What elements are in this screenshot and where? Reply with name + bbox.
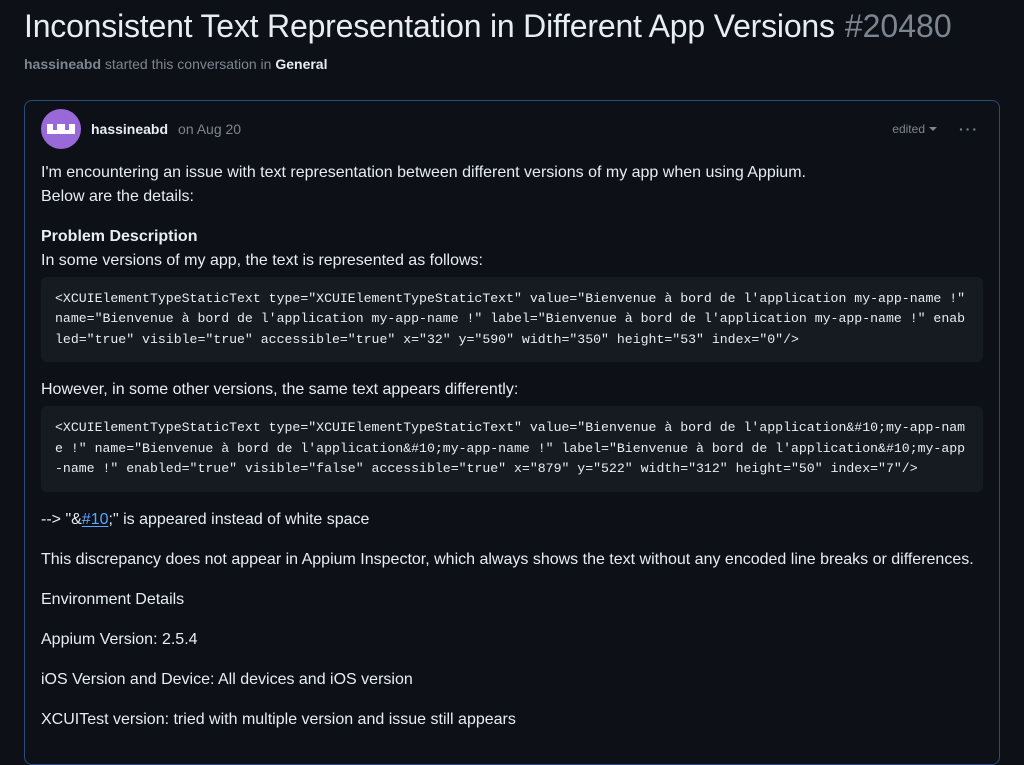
subheader-author[interactable]: hassineabd	[24, 56, 101, 72]
comment-body: I'm encountering an issue with text repr…	[25, 153, 999, 764]
comment-header: hassineabd on Aug 20 edited ···	[25, 101, 999, 153]
comment-author[interactable]: hassineabd	[91, 121, 168, 137]
env-ios: iOS Version and Device: All devices and …	[41, 668, 983, 692]
edited-dropdown[interactable]: edited	[892, 122, 937, 136]
chevron-down-icon	[929, 127, 937, 131]
discussion-title-row: Inconsistent Text Representation in Diff…	[24, 0, 1000, 46]
discussion-subheader: hassineabd started this conversation in …	[24, 56, 1000, 72]
intro-line-1: I'm encountering an issue with text repr…	[41, 161, 983, 185]
however-line: However, in some other versions, the sam…	[41, 378, 983, 402]
comment-date[interactable]: on Aug 20	[178, 121, 241, 137]
arrow-suffix: ;" is appeared instead of white space	[109, 511, 370, 528]
arrow-line: --> "&#10;" is appeared instead of white…	[41, 508, 983, 532]
problem-heading: Problem Description	[41, 228, 197, 245]
discussion-title: Inconsistent Text Representation in Diff…	[24, 6, 835, 46]
subheader-mid: started this conversation in	[101, 56, 275, 72]
arrow-prefix: --> "&	[41, 511, 82, 528]
issue-link-10[interactable]: #10	[82, 511, 109, 528]
kebab-menu-icon[interactable]: ···	[955, 119, 983, 139]
env-heading: Environment Details	[41, 588, 983, 612]
subheader-category[interactable]: General	[275, 56, 327, 72]
intro-line-2: Below are the details:	[41, 185, 983, 209]
env-xcuitest: XCUITest version: tried with multiple ve…	[41, 708, 983, 732]
avatar[interactable]	[41, 109, 81, 149]
code-block-1: <XCUIElementTypeStaticText type="XCUIEle…	[41, 277, 983, 362]
comment-container: hassineabd on Aug 20 edited ··· I'm enco…	[24, 100, 1000, 765]
code-block-2: <XCUIElementTypeStaticText type="XCUIEle…	[41, 406, 983, 491]
discussion-number: #20480	[845, 8, 952, 45]
edited-label: edited	[892, 122, 925, 136]
env-appium: Appium Version: 2.5.4	[41, 628, 983, 652]
problem-line: In some versions of my app, the text is …	[41, 249, 983, 273]
discrepancy-line: This discrepancy does not appear in Appi…	[41, 548, 983, 572]
